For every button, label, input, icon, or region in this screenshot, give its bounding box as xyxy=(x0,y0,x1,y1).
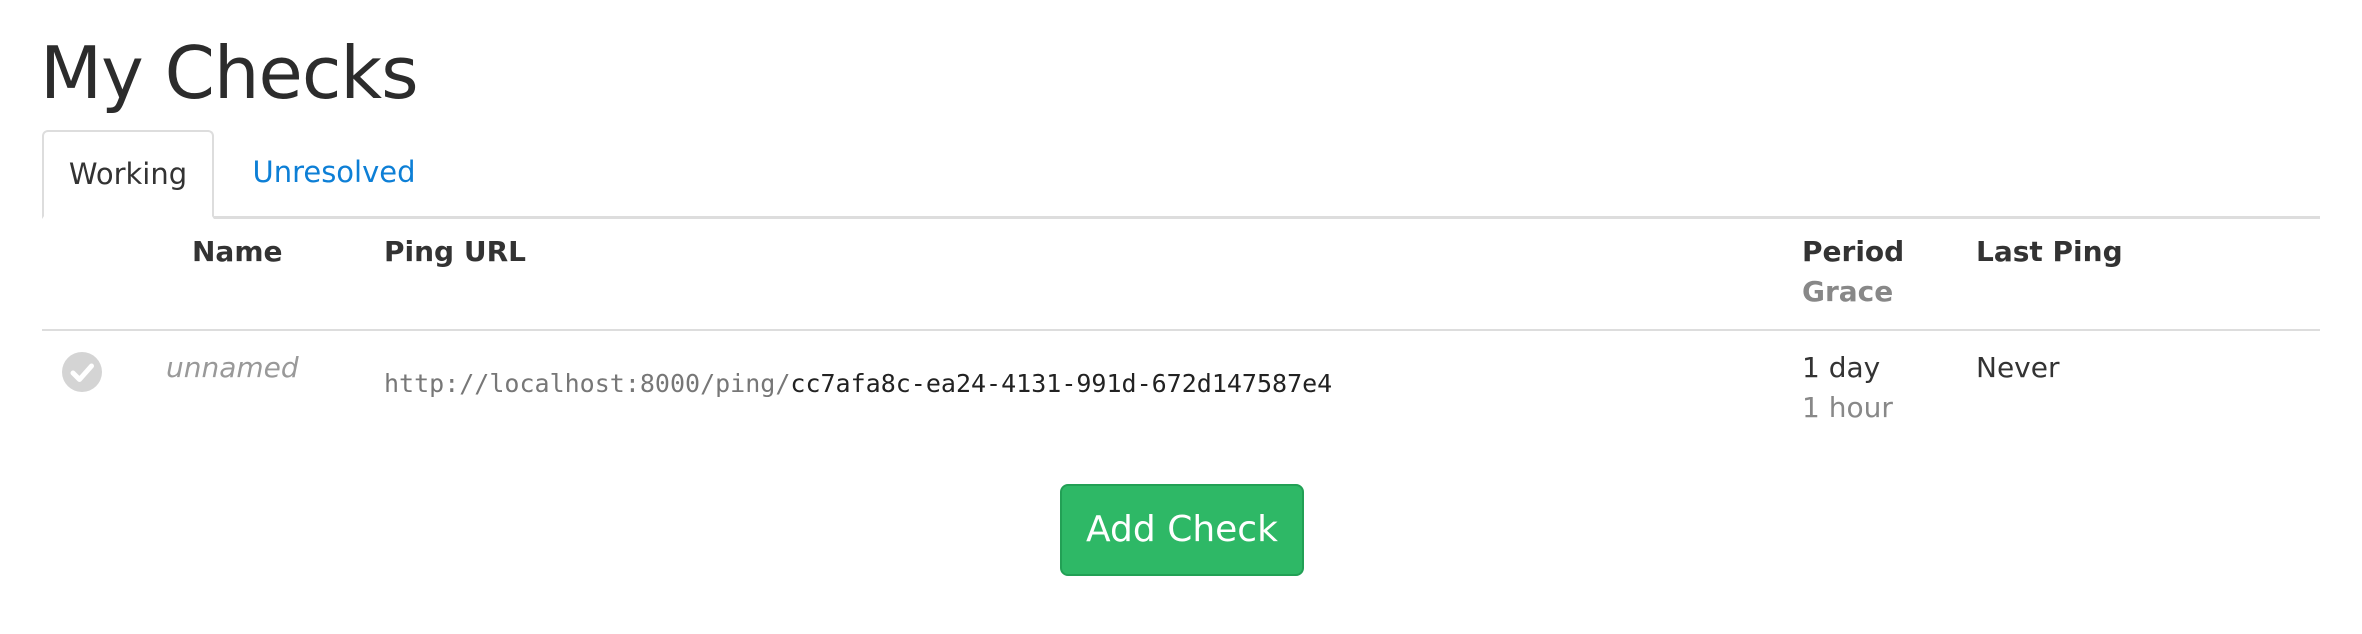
check-period[interactable]: 1 day xyxy=(1802,348,1880,388)
tab-working[interactable]: Working xyxy=(42,130,214,219)
check-circle-icon xyxy=(62,352,102,392)
tab-bar: Working Unresolved xyxy=(42,130,2320,219)
header-period: Period xyxy=(1802,235,1905,268)
row-divider xyxy=(42,329,2320,331)
header-last-ping: Last Ping xyxy=(1976,235,2123,268)
check-last-ping: Never xyxy=(1976,351,2060,384)
header-name: Name xyxy=(192,235,283,268)
add-check-button[interactable]: Add Check xyxy=(1060,484,1304,576)
check-grace[interactable]: 1 hour xyxy=(1802,388,1893,428)
header-grace: Grace xyxy=(1802,275,1894,308)
header-ping-url: Ping URL xyxy=(384,235,526,268)
check-name[interactable]: unnamed xyxy=(166,348,299,388)
checks-page: My Checks Working Unresolved Name Ping U… xyxy=(0,0,2362,634)
tab-unresolved[interactable]: Unresolved xyxy=(214,130,454,216)
ping-url[interactable]: http://localhost:8000/ping/cc7afa8c-ea24… xyxy=(384,364,1332,404)
page-title: My Checks xyxy=(40,31,419,115)
ping-url-code: cc7afa8c-ea24-4131-991d-672d147587e4 xyxy=(790,369,1333,398)
ping-url-base: http://localhost:8000/ping/ xyxy=(384,369,791,398)
